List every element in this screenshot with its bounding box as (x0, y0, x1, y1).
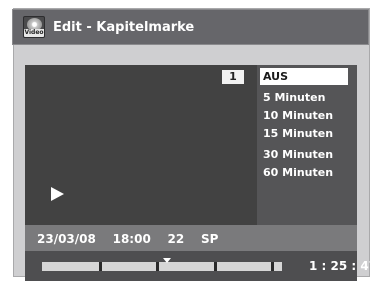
recording-info: 23/03/08 18:00 22 SP (37, 232, 218, 246)
recording-channel: 22 (167, 232, 185, 246)
chapter-mark (99, 262, 102, 271)
menu-item-10-minuten[interactable]: 10 Minuten (260, 107, 348, 124)
menu-item-5-minuten[interactable]: 5 Minuten (260, 89, 348, 106)
menu-item-aus[interactable]: AUS (260, 68, 348, 85)
page-title: Edit - Kapitelmarke (53, 19, 195, 35)
position-cursor-icon (163, 258, 171, 263)
chapter-mark (156, 262, 159, 271)
play-icon (51, 187, 64, 201)
title-bar: Video Edit - Kapitelmarke (12, 9, 369, 45)
recording-time: 18:00 (112, 232, 151, 246)
menu-item-30-minuten[interactable]: 30 Minuten (260, 146, 348, 163)
recording-mode: SP (200, 232, 219, 246)
menu-item-60-minuten[interactable]: 60 Minuten (260, 164, 348, 181)
video-icon-label: Video (24, 29, 44, 37)
video-preview (25, 65, 257, 225)
timeline-track[interactable] (42, 262, 282, 271)
chapter-mark (214, 262, 217, 271)
elapsed-time: 1 : 25 : 47 (309, 259, 378, 273)
recording-date: 23/03/08 (37, 232, 96, 246)
chapter-mark (271, 262, 274, 271)
chapter-number-badge: 1 (222, 70, 244, 84)
menu-item-15-minuten[interactable]: 15 Minuten (260, 125, 348, 142)
video-disc-icon: Video (23, 16, 45, 38)
